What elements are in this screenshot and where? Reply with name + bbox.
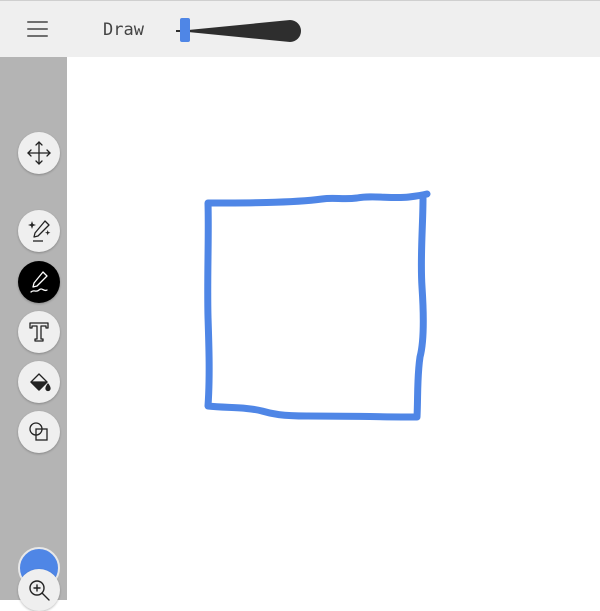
- text-icon: [29, 322, 49, 342]
- text-tool-button[interactable]: [18, 311, 60, 353]
- fill-tool-button[interactable]: [18, 361, 60, 403]
- pen-size-thumb[interactable]: [180, 18, 190, 42]
- mode-title: Draw: [103, 20, 144, 40]
- shapes-tool-button[interactable]: [18, 411, 60, 453]
- pen-size-slider[interactable]: [174, 15, 304, 47]
- drawing-canvas[interactable]: [67, 57, 600, 600]
- drawn-square-stroke: [204, 190, 431, 421]
- top-toolbar: Draw: [0, 0, 600, 57]
- magic-pen-tool-button[interactable]: [18, 210, 60, 252]
- tool-sidebar: [0, 57, 67, 611]
- magic-pen-icon: [28, 220, 51, 242]
- pen-icon: [30, 271, 48, 293]
- paint-bucket-icon: [30, 373, 51, 392]
- canvas-strokes: [204, 190, 431, 421]
- menu-icon[interactable]: [24, 17, 52, 43]
- move-arrows-icon: [27, 141, 51, 165]
- zoom-tool-button[interactable]: [18, 569, 60, 611]
- pen-tool-button[interactable]: [18, 261, 60, 303]
- pen-size-track: [176, 20, 301, 42]
- shapes-icon: [29, 422, 48, 441]
- move-tool-button[interactable]: [18, 132, 60, 174]
